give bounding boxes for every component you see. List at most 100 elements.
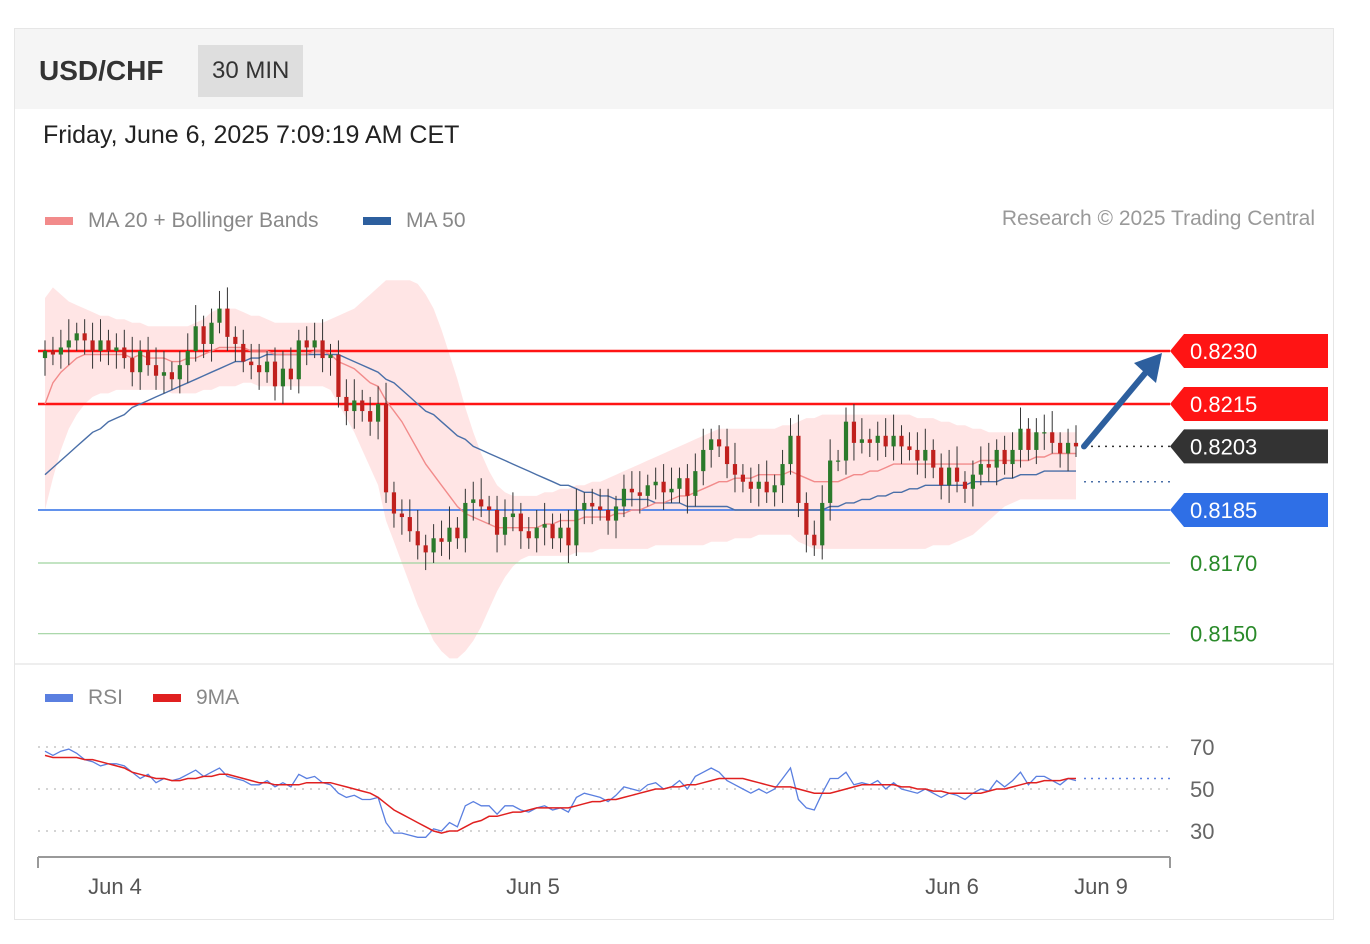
candle-body [383, 404, 389, 493]
candle-body [415, 531, 420, 546]
candle-body [114, 347, 119, 351]
candle-body [891, 435, 896, 447]
level-label-0.8215: 0.8215 [1190, 392, 1257, 417]
candle-body [193, 326, 198, 351]
candle-body [272, 361, 278, 387]
candle-body [471, 499, 476, 503]
candle-body [820, 502, 825, 546]
candle-body [169, 372, 174, 380]
candle-body [740, 474, 746, 482]
candle-body [582, 502, 587, 510]
candle-body [336, 354, 341, 397]
candle-body [970, 474, 975, 489]
candle-body [1058, 442, 1063, 454]
candle-body [661, 481, 666, 493]
candle-body [344, 396, 349, 412]
candle-body [138, 351, 143, 373]
candle-body [637, 492, 642, 496]
candle-body [1010, 449, 1015, 465]
level-label-0.8203: 0.8203 [1190, 434, 1257, 459]
candle-body [542, 524, 547, 528]
candle-body [748, 481, 753, 489]
candle-body [526, 531, 531, 539]
candle-body [621, 488, 627, 507]
candle-body [851, 421, 857, 443]
candle-body [954, 467, 960, 482]
candle-body [463, 502, 468, 539]
candle-body [90, 340, 95, 351]
candle-body [407, 517, 412, 532]
candle-body [177, 365, 182, 380]
candle-body [717, 439, 722, 447]
candle-body [629, 488, 634, 493]
candle-body [1018, 428, 1023, 450]
candle-body [510, 513, 516, 518]
candle-body [613, 506, 619, 521]
candle-body [1026, 428, 1031, 450]
candle-body [677, 478, 682, 489]
candle-body [867, 439, 872, 443]
candle-body [280, 368, 286, 387]
candle-body [907, 446, 912, 450]
candle-body [130, 358, 135, 373]
candle-body [558, 527, 563, 539]
candle-body [161, 372, 167, 376]
candle-body [653, 481, 658, 486]
candle-body [669, 488, 674, 493]
candle-body [479, 499, 484, 507]
candle-body [566, 527, 571, 546]
candle-body [249, 361, 254, 366]
candle-body [447, 527, 452, 542]
candle-body [804, 502, 809, 535]
candle-body [835, 460, 841, 462]
candle-body [732, 464, 738, 475]
candle-body [368, 411, 373, 422]
candle-body [883, 435, 888, 447]
x-tick-label: Jun 9 [1074, 874, 1128, 899]
price-chart: 0.8230 0.8215 0.8203 0.8185 0.8170 0.8150 70 50… [37, 280, 1328, 899]
candle-body [352, 400, 357, 412]
candle-body [225, 308, 230, 337]
candle-body [962, 481, 968, 489]
rsi-ma9-line [44, 754, 1076, 834]
candle-body [590, 502, 595, 507]
candle-body [859, 439, 864, 443]
candle-body [756, 481, 761, 489]
candle-body [98, 340, 103, 351]
candle-body [518, 513, 523, 532]
candle-body [58, 347, 63, 355]
candle-body [304, 340, 309, 348]
rsi-line [44, 748, 1077, 838]
level-label-0.8170: 0.8170 [1190, 551, 1257, 576]
candle-body [201, 326, 206, 344]
candle-body [550, 524, 555, 539]
candle-body [780, 464, 785, 486]
candle-body [233, 336, 238, 344]
candle-body [439, 538, 444, 542]
candle-body [645, 485, 650, 496]
level-label-0.8150: 0.8150 [1190, 622, 1257, 647]
candle-body [1065, 442, 1071, 454]
candle-body [217, 308, 222, 323]
candle-body [875, 435, 880, 443]
candle-body [915, 449, 920, 461]
candle-body [788, 435, 793, 465]
candle-body [146, 351, 151, 366]
candle-body [709, 439, 714, 450]
candle-body [947, 467, 952, 486]
candle-body [423, 545, 428, 553]
rsi-tick-label-70: 70 [1190, 735, 1214, 760]
candle-body [701, 449, 706, 472]
x-tick-label: Jun 4 [88, 874, 142, 899]
candle-body [812, 534, 817, 546]
candle-body [939, 467, 944, 486]
candle-body [931, 449, 936, 468]
projection-arrow-shaft [1081, 362, 1155, 450]
candle-body [796, 435, 801, 503]
candle-body [153, 365, 159, 376]
x-tick-label: Jun 6 [925, 874, 979, 899]
candle-body [209, 322, 214, 344]
candle-body [431, 538, 436, 553]
candle-body [42, 351, 48, 359]
candle-body [1042, 432, 1047, 434]
